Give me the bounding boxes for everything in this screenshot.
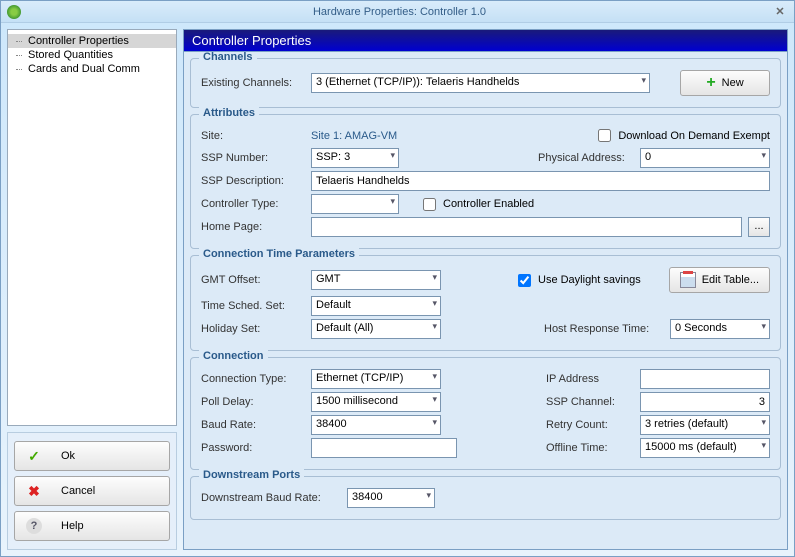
ssp-number-select[interactable]: SSP: 3 — [311, 148, 399, 168]
ok-label: Ok — [61, 450, 159, 462]
connection-time-group: Connection Time Parameters GMT Offset: G… — [190, 255, 781, 351]
ssp-channel-label: SSP Channel: — [546, 396, 634, 408]
ok-button[interactable]: ✓ Ok — [14, 441, 170, 471]
offline-time-label: Offline Time: — [546, 442, 634, 454]
help-button[interactable]: ? Help — [14, 511, 170, 541]
time-sched-label: Time Sched. Set: — [201, 300, 305, 312]
ssp-description-label: SSP Description: — [201, 175, 305, 187]
tree-item-stored-quantities[interactable]: Stored Quantities — [8, 48, 176, 62]
home-page-browse-button[interactable]: ... — [748, 217, 770, 237]
physical-address-label: Physical Address: — [538, 152, 634, 164]
check-icon: ✓ — [25, 447, 43, 465]
dod-exempt-checkbox[interactable]: Download On Demand Exempt — [594, 126, 770, 145]
help-label: Help — [61, 520, 159, 532]
hardware-properties-window: Hardware Properties: Controller 1.0 ✕ Co… — [0, 0, 795, 557]
ssp-channel-input[interactable] — [640, 392, 770, 412]
new-label: New — [722, 77, 744, 89]
controller-enabled-checkbox[interactable]: Controller Enabled — [419, 195, 534, 214]
conn-type-label: Connection Type: — [201, 373, 305, 385]
attributes-title: Attributes — [199, 107, 259, 119]
baud-rate-label: Baud Rate: — [201, 419, 305, 431]
retry-count-label: Retry Count: — [546, 419, 634, 431]
plus-icon: + — [706, 74, 715, 92]
password-label: Password: — [201, 442, 305, 454]
holiday-set-label: Holiday Set: — [201, 323, 305, 335]
window-title: Hardware Properties: Controller 1.0 — [27, 6, 772, 18]
downstream-group: Downstream Ports Downstream Baud Rate: 3… — [190, 476, 781, 520]
password-input[interactable] — [311, 438, 457, 458]
close-icon[interactable]: ✕ — [772, 5, 788, 18]
channels-group: Channels Existing Channels: 3 (Ethernet … — [190, 58, 781, 108]
channels-title: Channels — [199, 51, 257, 63]
ip-address-input[interactable] — [640, 369, 770, 389]
new-channel-button[interactable]: + New — [680, 70, 770, 96]
poll-delay-label: Poll Delay: — [201, 396, 305, 408]
host-response-select[interactable]: 0 Seconds — [670, 319, 770, 339]
titlebar: Hardware Properties: Controller 1.0 ✕ — [1, 1, 794, 23]
existing-channels-label: Existing Channels: — [201, 77, 305, 89]
edit-table-button[interactable]: Edit Table... — [669, 267, 770, 293]
cancel-button[interactable]: ✖ Cancel — [14, 476, 170, 506]
downstream-baud-select[interactable]: 38400 — [347, 488, 435, 508]
x-icon: ✖ — [25, 482, 43, 500]
downstream-title: Downstream Ports — [199, 469, 304, 481]
nav-tree: Controller Properties Stored Quantities … — [7, 29, 177, 426]
retry-count-select[interactable]: 3 retries (default) — [640, 415, 770, 435]
home-page-input[interactable] — [311, 217, 742, 237]
gmt-offset-label: GMT Offset: — [201, 274, 305, 286]
tree-item-controller-properties[interactable]: Controller Properties — [8, 34, 176, 48]
button-panel: ✓ Ok ✖ Cancel ? Help — [7, 432, 177, 550]
calendar-icon — [680, 272, 696, 288]
existing-channels-select[interactable]: 3 (Ethernet (TCP/IP)): Telaeris Handheld… — [311, 73, 650, 93]
tree-item-cards-dual-comm[interactable]: Cards and Dual Comm — [8, 62, 176, 76]
page-title: Controller Properties — [183, 29, 788, 51]
connection-title: Connection — [199, 350, 268, 362]
downstream-baud-label: Downstream Baud Rate: — [201, 492, 341, 504]
baud-rate-select[interactable]: 38400 — [311, 415, 441, 435]
ssp-number-label: SSP Number: — [201, 152, 305, 164]
offline-time-select[interactable]: 15000 ms (default) — [640, 438, 770, 458]
poll-delay-select[interactable]: 1500 millisecond — [311, 392, 441, 412]
controller-type-label: Controller Type: — [201, 198, 305, 210]
help-icon: ? — [25, 517, 43, 535]
site-value: Site 1: AMAG-VM — [311, 130, 397, 142]
conn-time-title: Connection Time Parameters — [199, 248, 359, 260]
ip-address-label: IP Address — [546, 373, 634, 385]
conn-type-select[interactable]: Ethernet (TCP/IP) — [311, 369, 441, 389]
home-page-label: Home Page: — [201, 221, 305, 233]
time-sched-select[interactable]: Default — [311, 296, 441, 316]
controller-type-select[interactable]: SSP — [311, 194, 399, 214]
physical-address-select[interactable]: 0 — [640, 148, 770, 168]
content-area: Channels Existing Channels: 3 (Ethernet … — [183, 51, 788, 550]
holiday-set-select[interactable]: Default (All) — [311, 319, 441, 339]
dst-checkbox[interactable]: Use Daylight savings — [514, 271, 641, 290]
site-label: Site: — [201, 130, 305, 142]
cancel-label: Cancel — [61, 485, 159, 497]
connection-group: Connection Connection Type: Ethernet (TC… — [190, 357, 781, 470]
ssp-description-input[interactable] — [311, 171, 770, 191]
host-response-label: Host Response Time: — [544, 323, 664, 335]
app-icon — [7, 5, 21, 19]
attributes-group: Attributes Site: Site 1: AMAG-VM Downloa… — [190, 114, 781, 249]
gmt-offset-select[interactable]: GMT — [311, 270, 441, 290]
